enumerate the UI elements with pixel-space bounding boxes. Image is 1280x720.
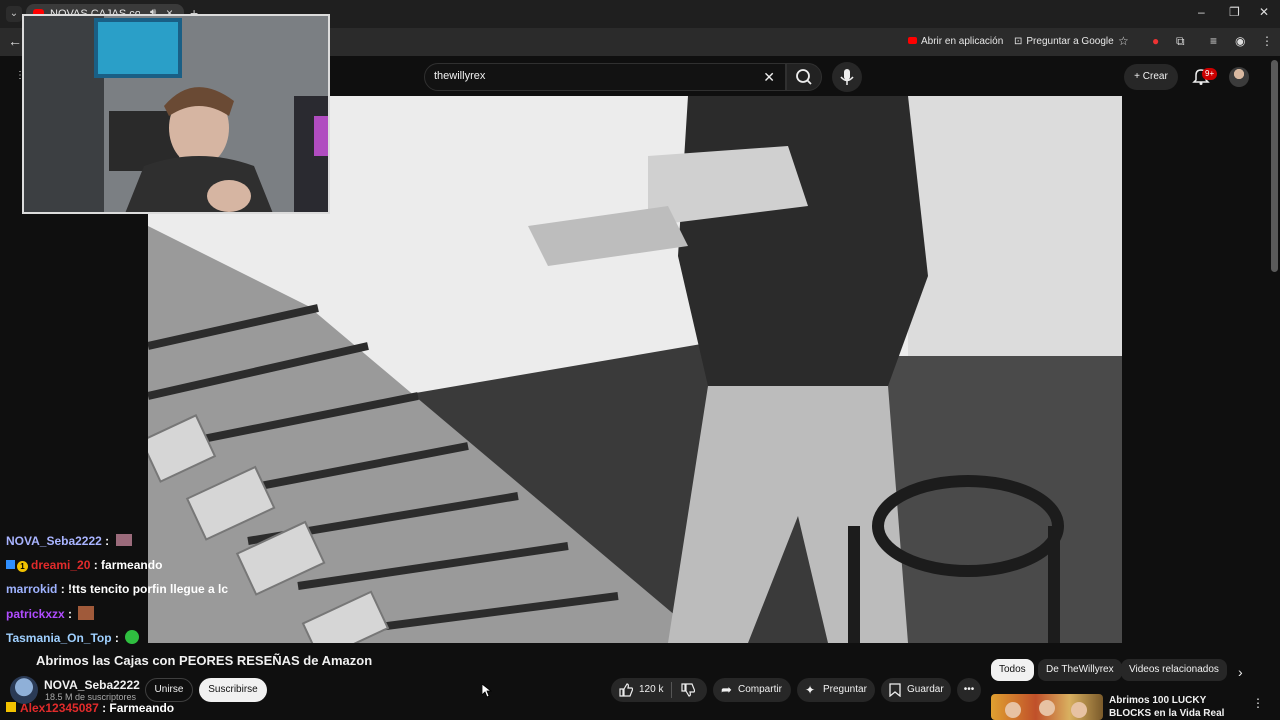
chat-message: farmeando [101, 558, 163, 572]
ask-google-label: Preguntar a Google [1026, 36, 1114, 47]
chat-separator: : [57, 582, 69, 596]
chat-badge-count: 1 [17, 561, 28, 572]
like-divider [671, 682, 672, 698]
chat-line: Alex12345087 : Farmeando [6, 701, 174, 715]
chat-message: Farmeando [109, 701, 175, 715]
save-label: Guardar [907, 684, 944, 695]
recommended-thumbnail[interactable] [991, 694, 1103, 720]
chat-badge-icon [6, 702, 16, 712]
chip-related[interactable]: Videos relacionados [1121, 659, 1227, 681]
microphone-icon [840, 69, 854, 85]
extensions-puzzle-icon[interactable]: ⧉ [1176, 34, 1185, 49]
bookmark-star-icon[interactable]: ☆ [1118, 34, 1129, 48]
streamer-webcam-overlay [22, 14, 330, 214]
open-in-app-label: Abrir en aplicación [921, 36, 1004, 47]
chat-user: Alex12345087 [20, 701, 99, 715]
ask-google-button[interactable]: ⊡ Preguntar a Google [1006, 32, 1122, 52]
chat-message: !tts tencito porfin llegue a lc [68, 582, 229, 596]
emote-icon [125, 630, 140, 644]
tab-search-dropdown-icon[interactable]: ⌄ [6, 6, 22, 22]
chat-badge-icon [6, 560, 15, 569]
open-in-app-button[interactable]: Abrir en aplicación [900, 32, 1011, 52]
search-input[interactable]: thewillyrex [434, 70, 485, 82]
like-icon[interactable] [619, 683, 633, 697]
youtube-icon [908, 37, 917, 44]
thumbnail-image [1005, 700, 1087, 718]
recommended-title[interactable]: Abrimos 100 LUCKY BLOCKS en la Vida Real [1109, 694, 1249, 720]
more-horizontal-icon: ••• [963, 684, 975, 695]
bookmark-icon [889, 683, 901, 697]
close-window-icon[interactable]: ✕ [1259, 5, 1269, 19]
join-button[interactable]: Unirse [145, 678, 193, 702]
chat-user: dreami_20 [31, 558, 91, 572]
dislike-icon[interactable] [681, 683, 695, 697]
chat-line: 1 dreami_20 : farmeando [6, 558, 162, 572]
emote-icon [78, 606, 95, 620]
mouse-cursor-icon [482, 684, 492, 698]
webcam-image [24, 16, 328, 212]
channel-name[interactable]: NOVA_Seba2222 [44, 678, 140, 692]
chip-from-channel[interactable]: De TheWillyrex [1038, 659, 1122, 681]
like-count[interactable]: 120 k [639, 678, 663, 702]
like-dislike-group: 120 k [611, 678, 707, 702]
share-icon: ➦ [721, 682, 732, 697]
screen: ⌄ NOVAS CAJAS con 🔊︎ × + – ❐ ✕ ← Abrir e… [0, 0, 1280, 720]
share-label: Compartir [738, 684, 782, 695]
chat-user: marrokid [6, 582, 58, 596]
notification-badge: 9+ [1202, 68, 1218, 80]
search-box[interactable]: thewillyrex ✕ [424, 63, 786, 91]
restore-icon[interactable]: ❐ [1229, 5, 1240, 19]
chat-user: Tasmania_On_Top [6, 631, 112, 645]
chat-user: NOVA_Seba2222 [6, 534, 102, 548]
plus-icon: + [1134, 71, 1143, 82]
profile-icon[interactable]: ◉ [1235, 34, 1245, 48]
chat-line: NOVA_Seba2222 : [6, 534, 132, 548]
extension-icon[interactable]: ● [1152, 34, 1159, 48]
create-button[interactable]: + Crear [1124, 64, 1178, 90]
chevron-right-icon[interactable]: › [1238, 664, 1243, 680]
recommended-menu-icon[interactable]: ⋮ [1252, 696, 1264, 710]
minimize-icon[interactable]: – [1198, 5, 1205, 19]
share-button[interactable]: ➦ Compartir [713, 678, 791, 702]
chat-user: patrickxzx [6, 607, 65, 621]
subscribe-button[interactable]: Suscribirse [199, 678, 267, 702]
chat-line: Tasmania_On_Top : [6, 630, 140, 645]
browser-menu-icon[interactable]: ⋮ [1261, 34, 1273, 48]
ask-button[interactable]: ✦ Preguntar [797, 678, 875, 702]
chat-separator: : [98, 701, 110, 715]
chat-separator: : [64, 607, 73, 621]
search-button[interactable] [786, 63, 822, 91]
emote-icon [115, 534, 132, 546]
search-icon [796, 69, 812, 85]
more-actions-button[interactable]: ••• [957, 678, 981, 702]
clear-search-icon[interactable]: ✕ [763, 69, 775, 86]
chip-all[interactable]: Todos [991, 659, 1034, 681]
account-avatar[interactable] [1229, 67, 1249, 87]
back-arrow-icon[interactable]: ← [8, 33, 22, 49]
media-control-icon[interactable]: ≡ [1210, 34, 1217, 48]
create-label: Crear [1142, 71, 1168, 82]
page-background-right [1122, 96, 1270, 643]
chat-line: patrickxzx : [6, 606, 95, 621]
lens-icon: ⊡ [1014, 36, 1023, 47]
chat-separator: : [101, 534, 110, 548]
chat-separator: : [90, 558, 102, 572]
voice-search-button[interactable] [832, 62, 862, 92]
chat-separator: : [111, 631, 119, 645]
chat-line: marrokid : !tts tencito porfin llegue a … [6, 582, 228, 596]
page-scrollbar[interactable] [1271, 60, 1278, 272]
ask-label: Preguntar [823, 684, 867, 695]
channel-avatar[interactable] [10, 676, 38, 704]
sparkle-icon: ✦ [805, 683, 816, 697]
subscriber-count: 18.5 M de suscriptores [45, 692, 137, 702]
video-title: Abrimos las Cajas con PEORES RESEÑAS de … [36, 653, 373, 668]
save-button[interactable]: Guardar [881, 678, 951, 702]
